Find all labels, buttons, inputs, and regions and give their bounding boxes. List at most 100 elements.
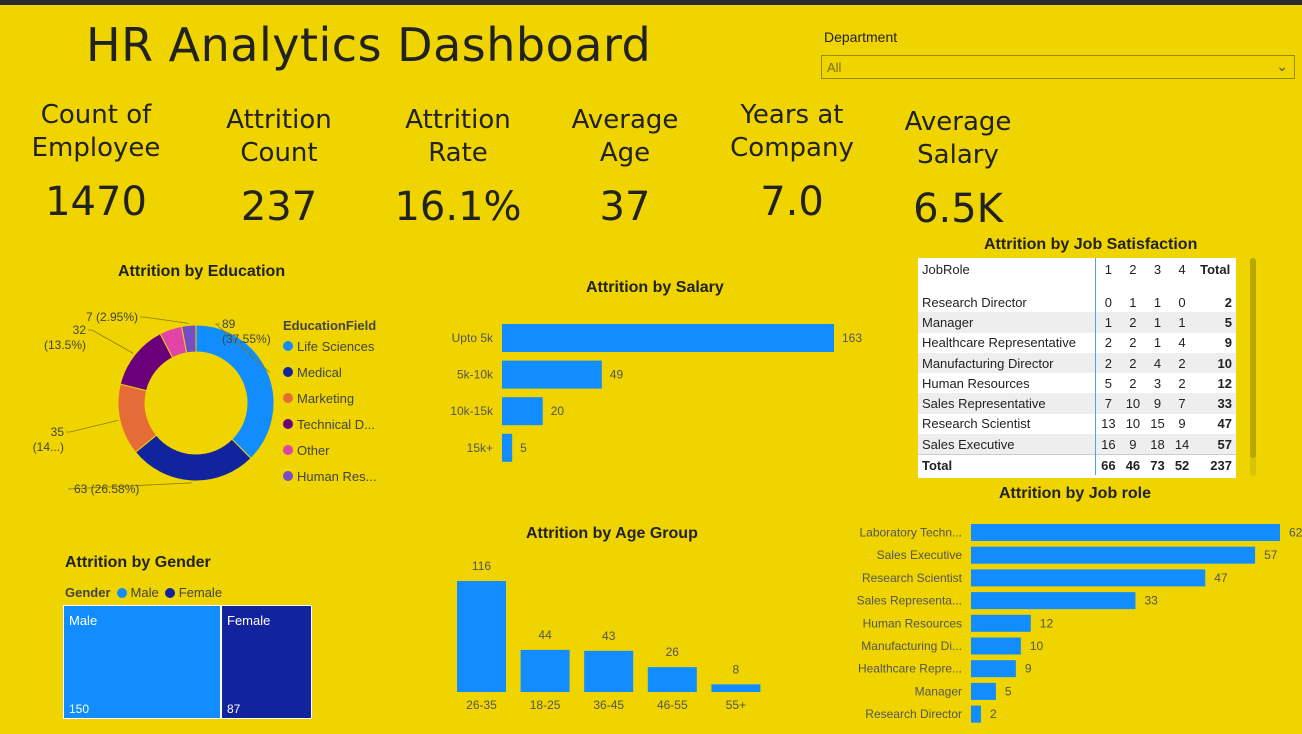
legend-label: Technical D...	[297, 416, 376, 432]
age-group-category-label: 26-35	[466, 698, 497, 712]
table-row[interactable]: Research Director 0 1 1 0 2	[918, 292, 1236, 313]
donut-slice-medical[interactable]	[134, 434, 252, 482]
table-cell: 2	[1129, 335, 1137, 351]
table-cell: Manufacturing Director	[918, 352, 1097, 374]
treemap-label: Male	[69, 613, 98, 628]
table-header-cell[interactable]: 2	[1121, 258, 1146, 292]
table-row[interactable]: Healthcare Representative 2 2 1 4 9	[918, 332, 1236, 353]
age-group-data-label: 44	[538, 628, 552, 642]
treemap-value: 150	[69, 702, 90, 716]
job-role-category-label: Human Resources	[863, 616, 962, 630]
salary-bar[interactable]	[502, 397, 543, 426]
salary-data-label: 20	[551, 404, 565, 418]
age-group-category-label: 36-45	[593, 698, 624, 712]
age-group-column[interactable]	[711, 684, 761, 692]
kpi-label: Attrition	[405, 105, 511, 135]
table-header-cell[interactable]: JobRole	[918, 258, 1097, 292]
table-row[interactable]: Sales Representative 7 10 9 7 33	[918, 393, 1236, 414]
kpi-label: Years at	[740, 100, 844, 130]
job-role-category-label: Research Scientist	[862, 571, 963, 585]
scrollbar-thumb[interactable]	[1250, 258, 1256, 458]
job-satisfaction-table[interactable]: JobRole 1 2 3 4 Total Research Director 0 1 1 0 2 M…	[918, 258, 1236, 478]
table-cell: 9	[1120, 434, 1146, 455]
age-group-column[interactable]	[647, 667, 697, 692]
job-role-bar[interactable]	[971, 660, 1016, 678]
table-cell: 12	[1217, 375, 1232, 391]
legend-item[interactable]: Other	[283, 437, 376, 463]
chevron-down-icon[interactable]: ⌄	[1276, 58, 1288, 75]
table-header-cell[interactable]: 1	[1096, 258, 1121, 292]
job-role-bar[interactable]	[971, 524, 1280, 541]
gender-legend: Gender Male Female	[65, 585, 222, 600]
legend-dot-icon	[283, 445, 293, 455]
table-cell: 1	[1169, 312, 1195, 333]
education-legend: EducationField Life Sciences Medical Marke…	[283, 318, 376, 489]
kpi-label: Attrition	[226, 105, 332, 135]
department-dropdown[interactable]: All ⌄	[821, 55, 1295, 79]
donut-data-label: 7 (2.95%)	[86, 310, 138, 324]
table-header-total[interactable]: Total	[1194, 258, 1236, 292]
table-header-cell[interactable]: 4	[1170, 258, 1195, 292]
table-row[interactable]: Manufacturing Director 2 2 4 2 10	[918, 352, 1236, 374]
legend-item[interactable]: Marketing	[283, 385, 376, 411]
job-role-bar[interactable]	[971, 546, 1256, 564]
legend-item[interactable]: Medical	[283, 359, 376, 385]
salary-bar[interactable]	[502, 433, 513, 462]
age-group-column-chart[interactable]: 116 26-35 44 18-25 43 36-45 26 46-55 8 55+	[440, 555, 780, 720]
legend-item[interactable]: Life Sciences	[283, 333, 376, 359]
treemap-cell-male[interactable]: Male 150	[63, 605, 221, 719]
treemap-cell-female[interactable]: Female 87	[221, 605, 312, 719]
kpi-value: 6.5K	[913, 186, 1003, 232]
kpi-value: 7.0	[760, 179, 824, 225]
table-row[interactable]: Manager 1 2 1 1 5	[918, 312, 1236, 333]
table-scrollbar[interactable]	[1250, 258, 1256, 476]
table-cell: 1	[1129, 294, 1137, 310]
job-role-bar[interactable]	[971, 705, 981, 723]
table-cell: 15	[1150, 416, 1165, 432]
treemap-label: Female	[227, 613, 271, 628]
gender-treemap[interactable]: Male 150 Female 87	[63, 605, 312, 719]
job-role-data-label: 62	[1289, 526, 1302, 540]
donut-data-label: (37.55%)	[222, 332, 271, 346]
table-header-cell[interactable]: 3	[1145, 258, 1170, 292]
table-row[interactable]: Sales Executive 16 9 18 14 57	[918, 434, 1236, 455]
kpi-attrition-count: Attrition Count 237	[210, 104, 348, 230]
table-cell: 5	[1104, 375, 1112, 391]
job-role-bar[interactable]	[971, 614, 1031, 632]
kpi-label: Age	[599, 138, 651, 168]
table-cell: 2	[1169, 352, 1195, 374]
age-group-column[interactable]	[457, 581, 506, 692]
table-total-cell: 52	[1169, 454, 1195, 476]
age-group-column[interactable]	[584, 650, 634, 692]
donut-data-label: 35	[51, 425, 65, 439]
job-role-bar[interactable]	[971, 682, 996, 700]
table-row[interactable]: Human Resources 5 2 3 2 12	[918, 373, 1236, 394]
education-chart-title: Attrition by Education	[118, 263, 286, 280]
job-role-data-label: 2	[990, 707, 997, 721]
table-row[interactable]: Research Scientist 13 10 15 9 47	[918, 413, 1236, 435]
job-role-category-label: Manager	[915, 684, 962, 698]
kpi-label: Average	[571, 105, 679, 135]
legend-item[interactable]: Technical D...	[283, 411, 376, 437]
salary-bar[interactable]	[502, 360, 602, 389]
salary-bar-chart[interactable]: Upto 5k 163 5k-10k 49 10k-15k 20 15k+ 5	[420, 310, 880, 470]
job-role-category-label: Healthcare Repre...	[858, 662, 962, 676]
salary-bar[interactable]	[502, 324, 834, 352]
table-cell: 18	[1145, 434, 1170, 455]
age-group-column[interactable]	[520, 649, 570, 692]
salary-category-label: Upto 5k	[452, 331, 494, 345]
job-role-bar[interactable]	[971, 592, 1136, 610]
department-dropdown-value: All	[827, 60, 842, 75]
job-role-bar[interactable]	[971, 569, 1206, 587]
legend-dot-icon	[283, 367, 293, 377]
table-cell: 5	[1194, 312, 1236, 333]
education-legend-title: EducationField	[283, 318, 377, 333]
table-cell: 4	[1178, 335, 1186, 351]
legend-item[interactable]: Human Res...	[283, 463, 376, 489]
legend-label: Female	[178, 585, 223, 600]
legend-label: Other	[297, 442, 330, 458]
salary-data-label: 49	[610, 368, 624, 382]
job-role-bar-chart[interactable]: Laboratory Techn... 62 Sales Executive 57 Re…	[840, 515, 1302, 730]
job-role-bar[interactable]	[971, 637, 1021, 655]
table-cell: 4	[1145, 352, 1170, 374]
